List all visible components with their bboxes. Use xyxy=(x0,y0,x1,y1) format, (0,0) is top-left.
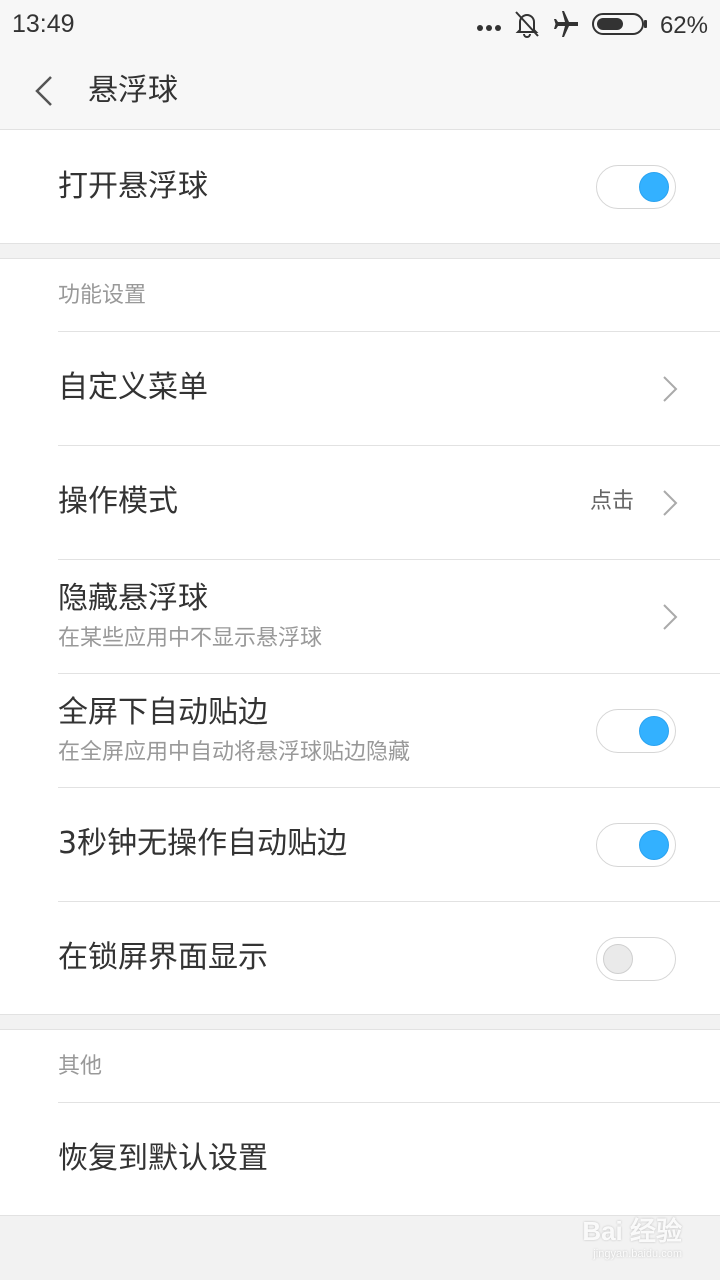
bell-off-icon xyxy=(514,10,540,42)
page-title: 悬浮球 xyxy=(88,73,178,108)
list-item-custom-menu[interactable]: 自定义菜单 xyxy=(58,331,720,445)
operation-mode-value: 点击 xyxy=(589,489,634,514)
list-item-subtitle: 在全屏应用中自动将悬浮球贴边隐藏 xyxy=(58,740,411,765)
list-item-operation-mode[interactable]: 操作模式 点击 xyxy=(58,445,720,559)
list-item-label: 隐藏悬浮球 xyxy=(58,581,208,616)
list-item-subtitle: 在某些应用中不显示悬浮球 xyxy=(58,626,323,651)
back-button[interactable] xyxy=(24,70,64,112)
chevron-left-icon xyxy=(35,76,52,106)
list-item-hide-ball[interactable]: 隐藏悬浮球 在某些应用中不显示悬浮球 xyxy=(58,559,720,673)
chevron-right-icon xyxy=(663,604,678,630)
chevron-right-icon xyxy=(663,376,678,402)
more-dots-icon xyxy=(476,17,502,36)
list-item-restore-defaults[interactable]: 恢复到默认设置 xyxy=(58,1102,720,1216)
airplane-icon xyxy=(552,10,580,42)
section-header: 其他 xyxy=(58,1054,103,1079)
status-time: 13:49 xyxy=(12,10,75,38)
main-toggle-row[interactable]: 打开悬浮球 xyxy=(58,130,720,244)
list-item-label: 3秒钟无操作自动贴边 xyxy=(58,826,348,861)
other-header-row: 其他 xyxy=(58,1030,720,1102)
function-settings-header-row: 功能设置 xyxy=(58,259,720,331)
list-item-label: 全屏下自动贴边 xyxy=(58,695,268,730)
function-settings-section: 功能设置 自定义菜单 操作模式 点击 隐藏悬浮球 在某些应用中不显示悬浮球 全屏… xyxy=(0,258,720,1015)
section-header: 功能设置 xyxy=(58,283,147,308)
toggle-knob xyxy=(639,716,669,746)
list-item-label: 操作模式 xyxy=(58,484,178,519)
list-item-label: 恢复到默认设置 xyxy=(58,1141,268,1176)
idle-edge-toggle[interactable] xyxy=(596,823,676,867)
chevron-right-icon xyxy=(663,490,678,516)
fullscreen-edge-toggle[interactable] xyxy=(596,709,676,753)
status-bar: 13:49 62% xyxy=(0,0,720,52)
toggle-knob xyxy=(639,830,669,860)
other-section: 其他 恢复到默认设置 xyxy=(0,1029,720,1216)
list-item-label: 自定义菜单 xyxy=(58,370,208,405)
app-header: 悬浮球 xyxy=(0,52,720,130)
watermark-url: jingyan.baidu.com xyxy=(593,1248,682,1260)
battery-percent: 62% xyxy=(659,12,708,39)
main-toggle-label: 打开悬浮球 xyxy=(58,169,208,204)
watermark-logo: Bai 经验 jingyan.baidu.com xyxy=(582,1211,682,1260)
list-item-label: 在锁屏界面显示 xyxy=(58,940,268,975)
main-toggle-switch[interactable] xyxy=(596,165,676,209)
main-toggle-section: 打开悬浮球 xyxy=(0,129,720,244)
lockscreen-toggle[interactable] xyxy=(596,937,676,981)
list-item-idle-edge[interactable]: 3秒钟无操作自动贴边 xyxy=(58,787,720,901)
toggle-knob xyxy=(603,944,633,974)
status-icons: 62% xyxy=(476,8,708,44)
list-item-lockscreen[interactable]: 在锁屏界面显示 xyxy=(58,901,720,1015)
toggle-knob xyxy=(639,172,669,202)
watermark-brand: Bai 经验 xyxy=(582,1216,682,1246)
list-item-fullscreen-edge[interactable]: 全屏下自动贴边 在全屏应用中自动将悬浮球贴边隐藏 xyxy=(58,673,720,787)
battery-icon xyxy=(591,12,648,40)
